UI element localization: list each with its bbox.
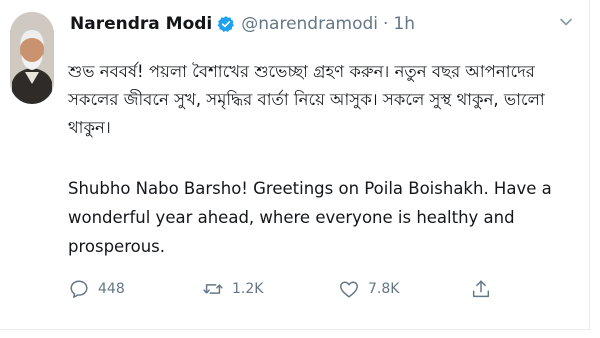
retweet-count: 1.2K bbox=[232, 281, 264, 297]
tweet-card[interactable]: Narendra Modi @narendramodi · 1h শুভ নবব… bbox=[0, 0, 590, 330]
tweet-timestamp[interactable]: 1h bbox=[393, 14, 415, 34]
display-name[interactable]: Narendra Modi bbox=[70, 14, 212, 34]
header-separator: · bbox=[382, 14, 389, 34]
user-handle[interactable]: @narendramodi bbox=[241, 14, 378, 34]
like-count: 7.8K bbox=[368, 281, 400, 297]
tweet-text-english: Shubho Nabo Barsho! Greetings on Poila B… bbox=[68, 179, 552, 256]
heart-icon bbox=[340, 281, 358, 298]
share-icon bbox=[472, 280, 490, 298]
tweet-actions: 448 1.2K 7.8K bbox=[68, 274, 508, 304]
retweet-icon bbox=[203, 284, 223, 294]
reply-icon bbox=[70, 280, 88, 298]
chevron-down-icon[interactable] bbox=[558, 14, 574, 30]
tweet-header: Narendra Modi @narendramodi · 1h bbox=[70, 12, 415, 36]
like-button[interactable]: 7.8K bbox=[338, 274, 399, 304]
share-button[interactable] bbox=[470, 274, 492, 304]
avatar-portrait bbox=[10, 12, 54, 104]
verified-badge-icon bbox=[217, 15, 235, 33]
reply-button[interactable]: 448 bbox=[68, 274, 125, 304]
avatar[interactable] bbox=[10, 12, 54, 104]
retweet-button[interactable]: 1.2K bbox=[202, 274, 263, 304]
reply-count: 448 bbox=[98, 281, 125, 297]
tweet-text-bengali: শুভ নববর্ষ! পয়লা বৈশাখের শুভেচ্ছা গ্রহণ… bbox=[68, 62, 545, 137]
